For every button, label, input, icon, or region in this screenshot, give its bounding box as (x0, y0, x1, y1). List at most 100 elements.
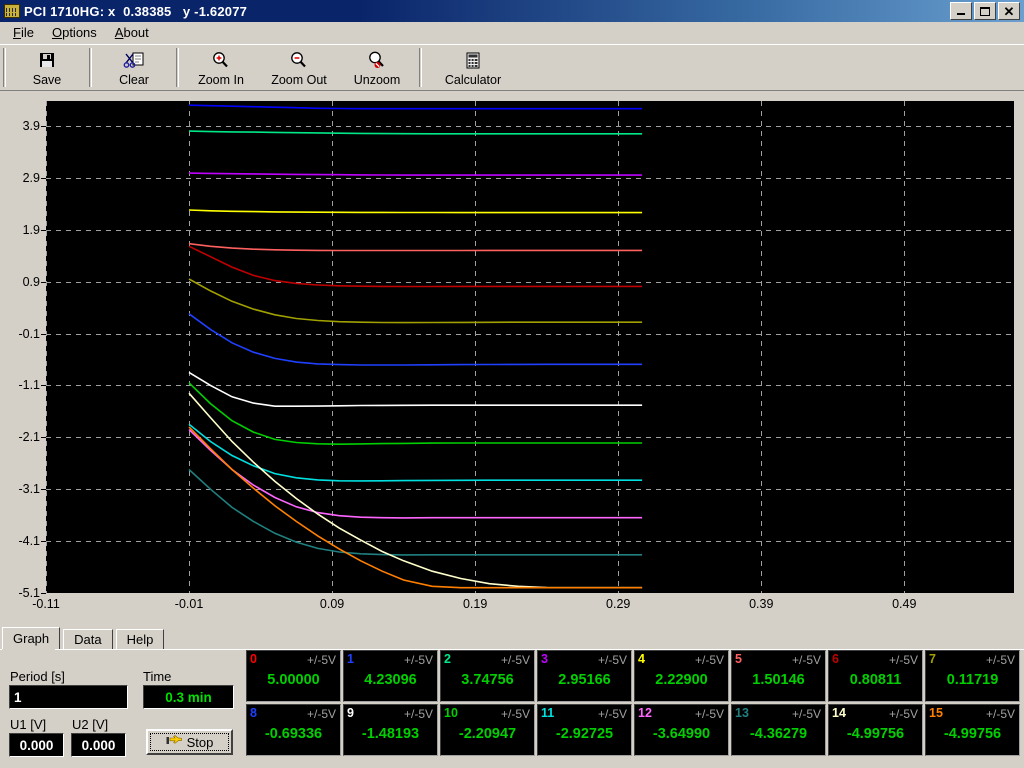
channel-value: 0.11719 (946, 672, 999, 688)
stop-label: Stop (186, 734, 214, 750)
unzoom-label: Unzoom (353, 72, 401, 87)
x-tick-label: 0.19 (462, 597, 488, 611)
channel-cell[interactable]: 10 +/-5V -2.20947 (440, 704, 535, 756)
stop-button-inner: Stop (150, 733, 229, 751)
channel-cell[interactable]: 7 +/-5V 0.11719 (925, 650, 1020, 702)
channel-cell[interactable]: 15 +/-5V -4.99756 (925, 704, 1020, 756)
unzoom-button[interactable]: Unzoom (338, 45, 416, 90)
channel-range: +/-5V (985, 707, 1015, 721)
channel-value: -3.64990 (652, 726, 711, 742)
y-tick-mark (41, 230, 46, 231)
zoom-in-button[interactable]: Zoom In (182, 45, 260, 90)
x-tick-label: 0.09 (319, 597, 345, 611)
floppy-disk-icon (36, 51, 58, 71)
channel-cell[interactable]: 1 +/-5V 4.23096 (343, 650, 438, 702)
tab-graph[interactable]: Graph (2, 627, 61, 649)
channel-value: 0.80811 (849, 672, 902, 688)
channel-cell[interactable]: 0 +/-5V 5.00000 (246, 650, 341, 702)
period-input[interactable]: 1 (9, 685, 128, 709)
channel-cell[interactable]: 8 +/-5V -0.69336 (246, 704, 341, 756)
channel-number: 4 (638, 652, 645, 666)
y-tick-label: 0.9 (22, 274, 40, 289)
channel-number: 14 (832, 706, 846, 720)
channel-cell[interactable]: 11 +/-5V -2.92725 (537, 704, 632, 756)
trace-channel-15 (188, 426, 643, 589)
channel-number: 2 (444, 652, 451, 666)
y-tick-label: -1.1 (18, 378, 40, 393)
y-tick-mark (41, 593, 46, 594)
x-tick-label: 0.49 (892, 597, 917, 611)
close-button[interactable]: ✕ (998, 2, 1020, 20)
close-icon: ✕ (1003, 3, 1015, 19)
time-display: 0.3 min (143, 685, 234, 709)
clear-label: Clear (119, 72, 149, 87)
menu-item-options[interactable]: Options (43, 23, 106, 42)
period-label: Period [s] (10, 669, 65, 684)
tab-data[interactable]: Data (63, 629, 113, 649)
channel-cell[interactable]: 5 +/-5V 1.50146 (731, 650, 826, 702)
save-button[interactable]: Save (8, 45, 86, 90)
channel-range: +/-5V (791, 707, 821, 721)
channel-cell[interactable]: 9 +/-5V -1.48193 (343, 704, 438, 756)
toolbar-separator-3 (419, 48, 422, 87)
channel-number: 1 (347, 652, 354, 666)
channel-number: 6 (832, 652, 839, 666)
board-icon (4, 4, 20, 18)
y-tick-mark (41, 385, 46, 386)
channel-range: +/-5V (500, 707, 530, 721)
channel-cell[interactable]: 6 +/-5V 0.80811 (828, 650, 923, 702)
title-bar: PCI 1710HG: x 0.38385 y -1.62077 ✕ (0, 0, 1024, 22)
toolbar: Save Clear Zoom In Zoom Out Unzoom Calcu… (0, 44, 1024, 90)
channel-range: +/-5V (500, 653, 530, 667)
tab-label: Graph (13, 631, 50, 646)
trace-channel-2 (188, 130, 643, 135)
clear-button[interactable]: Clear (95, 45, 173, 90)
tab-help[interactable]: Help (115, 629, 165, 649)
calculator-button[interactable]: Calculator (425, 45, 521, 90)
pointing-hand-icon (166, 734, 182, 750)
channel-value: -0.69336 (264, 726, 323, 742)
channel-range: +/-5V (791, 653, 821, 667)
u1-input[interactable]: 0.000 (9, 733, 64, 757)
save-label: Save (32, 72, 62, 87)
channel-number: 5 (735, 652, 742, 666)
maximize-button[interactable] (974, 2, 996, 20)
channel-range: +/-5V (985, 653, 1015, 667)
x-tick-label: 0.39 (749, 597, 774, 611)
channel-value: -4.99756 (846, 726, 905, 742)
channel-number: 10 (444, 706, 458, 720)
channel-number: 12 (638, 706, 652, 720)
plot-area[interactable] (46, 68, 1014, 594)
zoom-out-label: Zoom Out (271, 72, 327, 87)
channel-cell[interactable]: 12 +/-5V -3.64990 (634, 704, 729, 756)
minimize-button[interactable] (950, 2, 972, 20)
channel-cell[interactable]: 14 +/-5V -4.99756 (828, 704, 923, 756)
x-axis-labels: -0.11 -0.01 0.09 0.19 0.29 0.39 0.49 (0, 595, 1024, 615)
x-tick-label: -0.01 (174, 597, 204, 611)
channel-cell[interactable]: 13 +/-5V -4.36279 (731, 704, 826, 756)
application-window: PCI 1710HG: x 0.38385 y -1.62077 ✕ FFile… (0, 0, 1024, 768)
channel-number: 0 (250, 652, 257, 666)
tab-label: Help (126, 632, 154, 647)
menu-item-file[interactable]: FFileile (4, 23, 43, 42)
channel-cell[interactable]: 3 +/-5V 2.95166 (537, 650, 632, 702)
time-label: Time (143, 669, 172, 684)
zoom-out-button[interactable]: Zoom Out (260, 45, 338, 90)
trace-channel-4 (188, 209, 643, 214)
channel-cell[interactable]: 4 +/-5V 2.22900 (634, 650, 729, 702)
channel-value: 4.23096 (364, 672, 417, 688)
channel-number: 13 (735, 706, 749, 720)
channel-cell[interactable]: 2 +/-5V 3.74756 (440, 650, 535, 702)
tab-bar: Graph Data Help (2, 627, 167, 649)
channel-range: +/-5V (888, 653, 918, 667)
menu-item-about[interactable]: About (106, 23, 158, 42)
channel-grid: 0 +/-5V 5.00000 1 +/-5V 4.23096 2 +/-5V 3.74756 3… (246, 650, 1020, 756)
trace-channel-13 (188, 468, 643, 556)
trace-channel-6 (188, 245, 643, 288)
stop-button[interactable]: Stop (146, 729, 233, 755)
menu-bar: FFileile Options About (0, 22, 1024, 43)
u2-input[interactable]: 0.000 (71, 733, 126, 757)
minimize-icon (957, 13, 965, 15)
y-tick-label: -2.1 (18, 430, 40, 445)
channel-range: +/-5V (597, 707, 627, 721)
